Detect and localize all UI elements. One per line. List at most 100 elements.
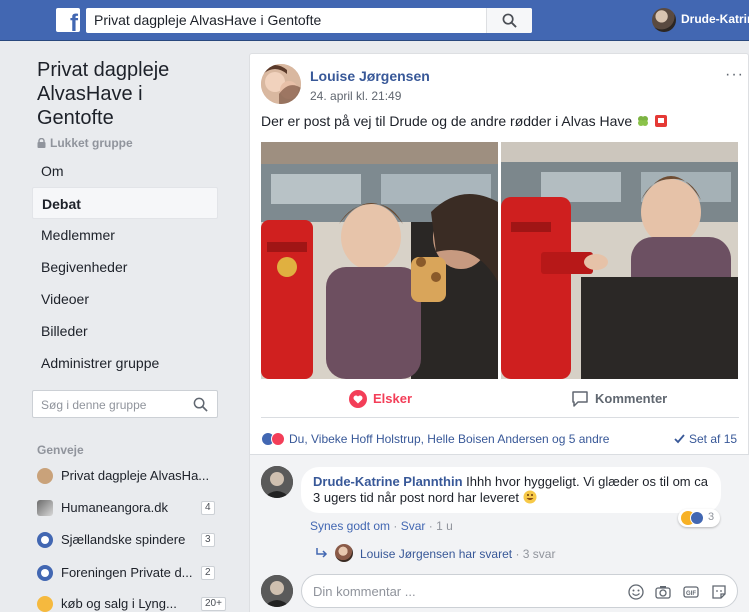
facebook-logo-icon[interactable]: f [56,8,80,32]
nav-item-members[interactable]: Medlemmer [32,219,218,251]
current-user-avatar [261,575,293,607]
reactions-summary: Du, Vibeke Hoff Holstrup, Helle Boisen A… [261,430,741,448]
search-icon [502,13,517,28]
shortcut-label[interactable]: Humaneangora.dk [61,500,211,515]
group-title[interactable]: Privat dagpleje AlvasHave i Gentofte [37,58,207,130]
shortcuts-title: Genveje [37,443,84,457]
shortcut-label[interactable]: Sjællandske spindere [61,532,211,547]
nav-item-discussion[interactable]: Debat [32,187,218,219]
avatar-image [261,466,293,498]
group-privacy: Lukket gruppe [37,136,133,150]
love-reaction-icon[interactable] [271,432,285,446]
separator: · [393,519,398,533]
more-options-icon[interactable]: ··· [725,66,744,84]
shortcut-item[interactable]: Privat dagpleje AlvasHa... [37,466,217,486]
shortcut-item[interactable]: Humaneangora.dk 4 [37,498,217,518]
group-icon [37,532,53,548]
post-actions: Elsker Kommenter [261,380,739,418]
avatar-image [261,64,301,104]
nav-item-events[interactable]: Begivenheder [32,251,218,283]
separator: · [428,519,433,533]
photo-image [261,142,498,379]
check-icon [674,434,685,444]
comment-reply-link[interactable]: Svar [401,519,426,533]
top-bar: f Privat dagpleje AlvasHave i Gentofte D… [0,0,749,41]
post-body: Der er post på vej til Drude og de andre… [261,113,633,129]
shortcut-item[interactable]: Sjællandske spindere 3 [37,530,217,550]
commenter-avatar[interactable] [261,466,293,498]
count-badge: 4 [201,501,215,515]
count-badge: 20+ [201,597,226,611]
group-nav: Om Debat Medlemmer Begivenheder Videoer … [32,155,218,379]
group-search-input[interactable]: Søg i denne gruppe [32,390,218,418]
avatar[interactable] [652,8,676,32]
comment-icon [572,391,588,407]
nav-item-videos[interactable]: Videoer [32,283,218,315]
heart-icon [349,390,367,408]
nav-item-manage-group[interactable]: Administrer gruppe [32,347,218,379]
profile-name[interactable]: Drude-Katrine [681,12,749,26]
sticker-icon[interactable] [711,584,727,600]
group-search-placeholder: Søg i denne gruppe [41,398,147,412]
grin-emoji-icon [523,490,537,504]
reply-count: 3 svar [522,547,556,561]
reply-summary-label: Louise Jørgensen har svaret [360,547,513,561]
photo-image [501,142,738,379]
bear-icon [37,468,53,484]
post-card: Louise Jørgensen 24. april kl. 21:49 ···… [249,53,749,612]
love-label: Elsker [373,391,413,406]
reactions-text[interactable]: Du, Vibeke Hoff Holstrup, Helle Boisen A… [289,432,609,446]
love-button[interactable]: Elsker [349,380,412,418]
nav-item-about[interactable]: Om [32,155,218,187]
comment-reactions[interactable]: 3 [678,509,720,527]
comment-like-link[interactable]: Synes godt om [310,519,390,533]
avatar-image [261,575,293,607]
shortcut-item[interactable]: Foreningen Private d... 2 [37,563,217,583]
reply-summary-text[interactable]: Louise Jørgensen har svaret · 3 svar [360,547,555,561]
comment-button[interactable]: Kommenter [571,380,667,418]
comment-author[interactable]: Drude-Katrine Plannthin [313,474,463,489]
search-input[interactable]: Privat dagpleje AlvasHave i Gentofte [86,8,532,33]
profile-link[interactable]: Drude-Katrine [652,8,749,32]
clover-emoji-icon [638,116,649,126]
post-timestamp[interactable]: 24. april kl. 21:49 [310,89,401,103]
post-photo[interactable] [261,142,498,379]
comment-input-placeholder: Din kommentar ... [313,584,416,599]
comment-time[interactable]: 1 u [436,519,453,533]
comment-meta: Synes godt om · Svar · 1 u [310,519,453,533]
separator: · [515,547,520,561]
photo-icon [37,500,53,516]
group-icon [37,565,53,581]
comment-bubble: Drude-Katrine Plannthin Ihhh hvor hyggel… [301,467,721,513]
svg-text:GIF: GIF [686,591,696,597]
count-badge: 3 [201,533,215,547]
search-query[interactable]: Privat dagpleje AlvasHave i Gentofte [94,12,321,28]
comment-label: Kommenter [595,391,668,406]
search-icon[interactable] [193,397,208,412]
avatar [335,544,353,562]
author-avatar[interactable] [261,64,301,104]
nav-item-photos[interactable]: Billeder [32,315,218,347]
shortcut-label[interactable]: Foreningen Private d... [61,565,211,580]
search-button[interactable] [486,8,532,33]
post-text: Der er post på vej til Drude og de andre… [261,113,668,129]
lock-icon [37,138,46,148]
reaction-count: 3 [708,511,715,523]
post-photo[interactable] [501,142,738,379]
like-reaction-icon [690,511,704,525]
post-author[interactable]: Louise Jørgensen [310,68,430,84]
comment-input[interactable]: Din kommentar ... GIF [301,574,738,608]
shortcut-label[interactable]: Privat dagpleje AlvasHa... [61,468,211,483]
mailbox-emoji-icon [655,115,668,127]
gif-icon[interactable]: GIF [683,584,699,600]
privacy-label: Lukket gruppe [50,136,133,150]
shortcut-item[interactable]: køb og salg i Lyng... 20+ [37,594,226,612]
flower-icon [37,596,53,612]
camera-icon[interactable] [655,584,671,600]
seen-by[interactable]: Set af 15 [674,432,737,446]
count-badge: 2 [201,566,215,580]
shortcut-label[interactable]: køb og salg i Lyng... [61,596,211,611]
reply-arrow-icon [316,548,328,558]
emoji-icon[interactable] [628,584,644,600]
seen-label: Set af 15 [689,432,738,446]
